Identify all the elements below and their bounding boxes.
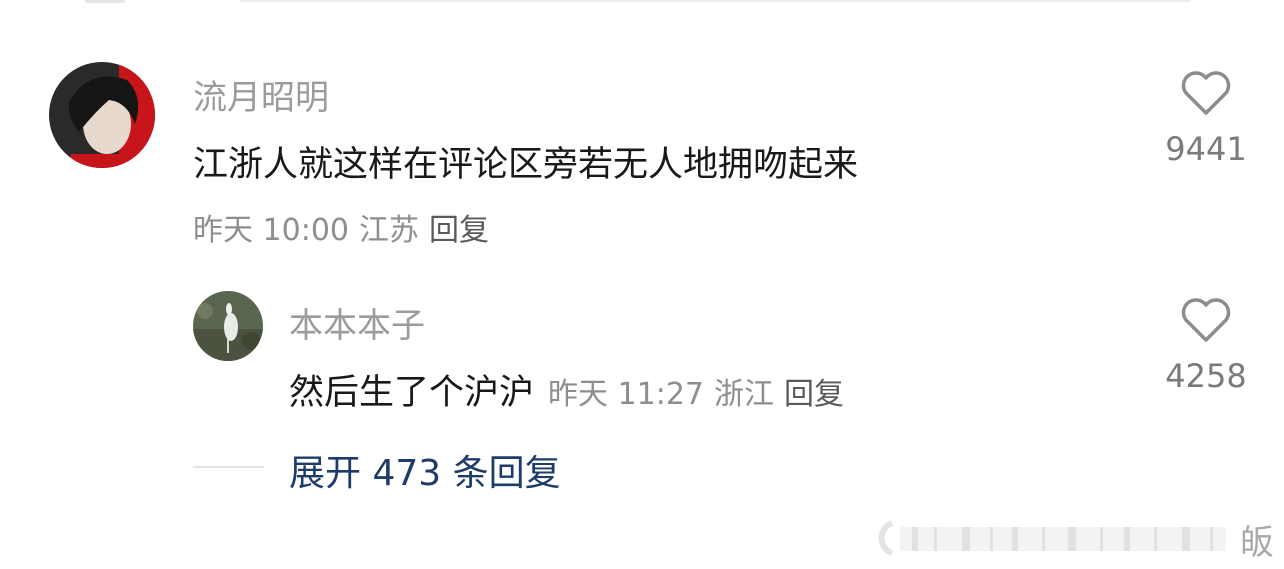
reply-time: 昨天 11:27 bbox=[548, 377, 705, 412]
reply-text: 然后生了个沪沪 bbox=[289, 373, 535, 413]
comment-time: 昨天 10:00 bbox=[193, 213, 349, 248]
top-divider bbox=[240, 0, 1190, 2]
avatar-image bbox=[193, 291, 263, 361]
watermark-graphic bbox=[878, 520, 1226, 556]
heart-outline-icon bbox=[1181, 298, 1231, 342]
reply-reply-button[interactable]: 回复 bbox=[784, 377, 844, 412]
reply-username[interactable]: 本本本子 bbox=[289, 298, 425, 347]
heart-outline-icon bbox=[1181, 71, 1231, 115]
watermark bbox=[872, 519, 1238, 559]
expand-divider bbox=[193, 466, 264, 468]
reply-like-button[interactable]: 4258 bbox=[1162, 297, 1250, 395]
avatar[interactable] bbox=[49, 62, 155, 168]
like-button[interactable]: 9441 bbox=[1162, 70, 1250, 168]
expand-replies-button[interactable]: 展开 473 条回复 bbox=[289, 444, 561, 496]
reply-meta: 昨天 11:27 浙江 回复 bbox=[548, 377, 854, 412]
like-count: 9441 bbox=[1165, 130, 1247, 168]
reply-button[interactable]: 回复 bbox=[429, 213, 489, 248]
comment-text: 江浙人就这样在评论区旁若无人地拥吻起来 bbox=[193, 145, 859, 185]
comment-location: 江苏 bbox=[359, 213, 419, 248]
reply-avatar[interactable] bbox=[193, 291, 263, 361]
top-divider-fragment bbox=[85, 0, 125, 3]
comment-meta: 昨天 10:00 江苏 回复 bbox=[193, 205, 499, 249]
reply-like-count: 4258 bbox=[1165, 357, 1247, 395]
reply-location: 浙江 bbox=[714, 377, 775, 412]
avatar-image bbox=[49, 62, 155, 168]
reply-text-line: 然后生了个沪沪 昨天 11:27 浙江 回复 bbox=[289, 364, 854, 415]
comment-username[interactable]: 流月昭明 bbox=[193, 70, 329, 119]
watermark-char: 皈 bbox=[1240, 523, 1274, 563]
